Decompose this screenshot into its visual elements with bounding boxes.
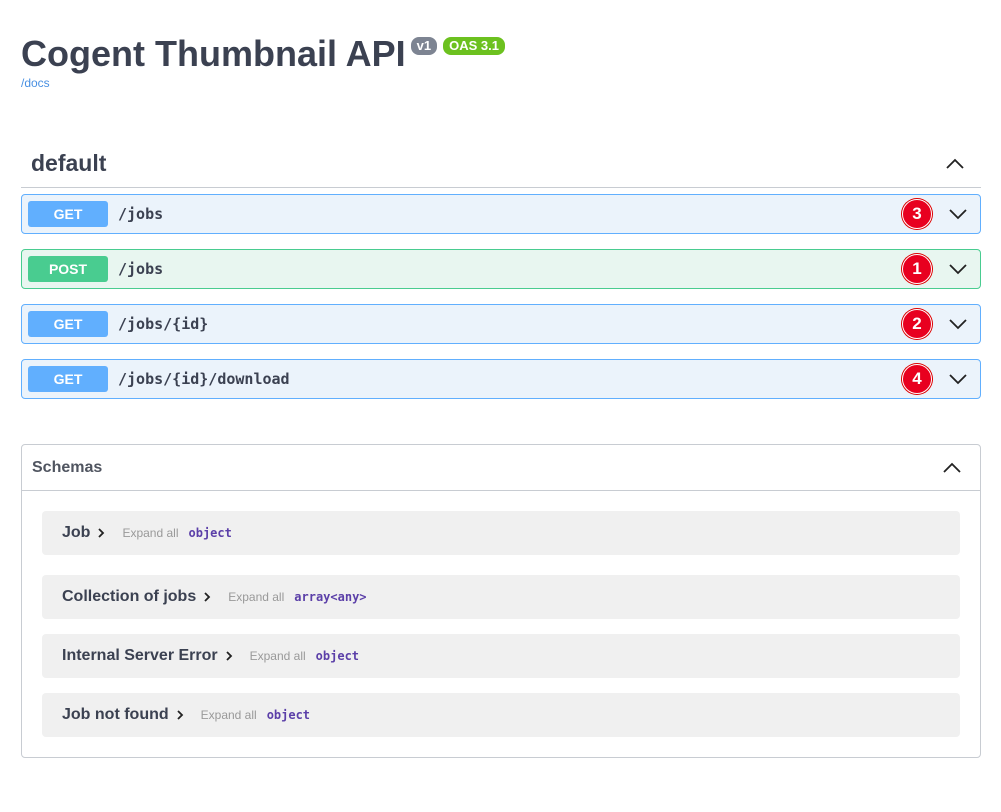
schemas-header[interactable]: Schemas — [22, 445, 980, 491]
operation-controls: 3 — [902, 199, 980, 229]
model-type: array<any> — [294, 590, 367, 604]
api-title: Cogent Thumbnail API — [21, 33, 406, 74]
chevron-down-icon[interactable] — [946, 257, 970, 281]
oas-badge: OAS 3.1 — [443, 37, 505, 55]
schemas-title: Schemas — [32, 458, 103, 476]
operation-get-job-download[interactable]: GET /jobs/{id}/download 4 — [21, 359, 981, 399]
method-badge: GET — [28, 201, 108, 227]
title-row: Cogent Thumbnail API v1 OAS 3.1 — [21, 32, 505, 76]
operation-controls: 2 — [902, 309, 980, 339]
model-type: object — [266, 708, 311, 722]
chevron-up-icon[interactable] — [940, 456, 964, 480]
number-marker: 3 — [902, 199, 932, 229]
tag-header-default[interactable]: default — [21, 140, 981, 188]
schema-model-collection-of-jobs[interactable]: Collection of jobs Expand all array<any> — [42, 575, 960, 619]
chevron-right-icon[interactable] — [173, 708, 187, 722]
expand-all-button[interactable]: Expand all — [222, 587, 290, 607]
operation-path: /jobs — [118, 205, 164, 223]
method-badge: GET — [28, 311, 108, 337]
expand-all-button[interactable]: Expand all — [244, 646, 312, 666]
operation-controls: 4 — [902, 364, 980, 394]
expand-all-button[interactable]: Expand all — [116, 523, 184, 543]
chevron-down-icon[interactable] — [946, 312, 970, 336]
model-name: Job not found — [62, 706, 169, 723]
chevron-down-icon[interactable] — [946, 202, 970, 226]
tag-name: default — [31, 150, 107, 176]
version-badge: v1 — [410, 37, 438, 55]
operation-path: /jobs — [118, 260, 164, 278]
schema-model-internal-server-error[interactable]: Internal Server Error Expand all object — [42, 634, 960, 678]
docs-link[interactable]: /docs — [21, 76, 505, 90]
model-name: Collection of jobs — [62, 588, 197, 605]
model-type: object — [188, 526, 232, 540]
operation-get-jobs[interactable]: GET /jobs 3 — [21, 194, 981, 234]
number-marker: 4 — [902, 364, 932, 394]
operation-path: /jobs/{id} — [118, 315, 209, 333]
chevron-right-icon[interactable] — [200, 590, 214, 604]
schema-model-job[interactable]: Job Expand all object — [42, 511, 960, 555]
schema-model-job-not-found[interactable]: Job not found Expand all object — [42, 693, 960, 737]
expand-all-button[interactable]: Expand all — [195, 705, 263, 725]
operation-controls: 1 — [902, 254, 980, 284]
operation-post-jobs[interactable]: POST /jobs 1 — [21, 249, 981, 289]
chevron-down-icon[interactable] — [946, 367, 970, 391]
number-marker: 1 — [902, 254, 932, 284]
model-name: Internal Server Error — [62, 647, 218, 664]
chevron-right-icon[interactable] — [222, 649, 236, 663]
operation-get-job-by-id[interactable]: GET /jobs/{id} 2 — [21, 304, 981, 344]
method-badge: GET — [28, 366, 108, 392]
chevron-right-icon[interactable] — [94, 526, 108, 540]
operation-path: /jobs/{id}/download — [118, 370, 290, 388]
schemas-section: Schemas Job Expand all object Collection… — [21, 444, 981, 758]
model-type: object — [315, 649, 360, 663]
chevron-up-icon[interactable] — [943, 152, 967, 176]
number-marker: 2 — [902, 309, 932, 339]
method-badge: POST — [28, 256, 108, 282]
model-name: Job — [62, 524, 91, 541]
api-info: Cogent Thumbnail API v1 OAS 3.1 /docs — [21, 32, 505, 90]
